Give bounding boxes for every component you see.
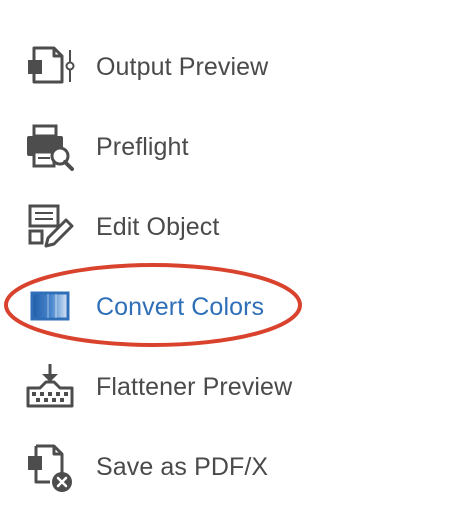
- output-preview-icon: [24, 42, 76, 92]
- tool-label-save-as-pdfx: Save as PDF/X: [96, 452, 269, 481]
- tool-label-output-preview: Output Preview: [96, 52, 269, 81]
- save-as-pdfx-icon: [24, 442, 76, 492]
- tool-label-convert-colors: Convert Colors: [96, 292, 265, 321]
- tool-label-edit-object: Edit Object: [96, 212, 220, 241]
- tool-save-as-pdfx[interactable]: Save as PDF/X: [24, 442, 324, 492]
- edit-object-icon: [24, 202, 76, 252]
- flattener-preview-icon: [24, 362, 76, 412]
- tool-flattener-preview[interactable]: Flattener Preview: [24, 362, 324, 412]
- tool-edit-object[interactable]: Edit Object: [24, 202, 324, 252]
- tool-label-flattener-preview: Flattener Preview: [96, 372, 293, 401]
- preflight-icon: [24, 122, 76, 172]
- tool-output-preview[interactable]: Output Preview: [24, 42, 324, 92]
- print-production-tool-list: Output Preview Preflight Edit Object Con…: [0, 0, 450, 514]
- tool-label-preflight: Preflight: [96, 132, 189, 161]
- tool-convert-colors[interactable]: Convert Colors: [24, 282, 324, 332]
- tool-preflight[interactable]: Preflight: [24, 122, 324, 172]
- convert-colors-icon: [24, 282, 76, 332]
